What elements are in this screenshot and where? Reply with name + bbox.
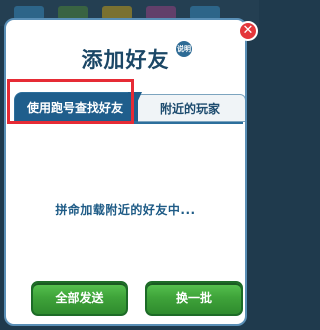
close-icon[interactable]: ✕ [238, 21, 258, 41]
help-badge[interactable]: 说明 [176, 41, 192, 57]
refresh-button[interactable]: 换一批 [145, 281, 243, 316]
loading-message: 拼命加载附近的好友中... [55, 203, 196, 217]
add-friend-dialog: 添加好友 说明 附近的玩家 使用跑号查找好友 拼命加载附近的好友中... 全部发… [4, 18, 247, 326]
tab-nearby-players-label: 附近的玩家 [160, 102, 221, 116]
annotation-highlight-box [7, 79, 134, 124]
send-all-button[interactable]: 全部发送 [31, 281, 128, 316]
dialog-title: 添加好友 [81, 48, 170, 72]
tab-nearby-players[interactable]: 附近的玩家 [134, 94, 245, 122]
